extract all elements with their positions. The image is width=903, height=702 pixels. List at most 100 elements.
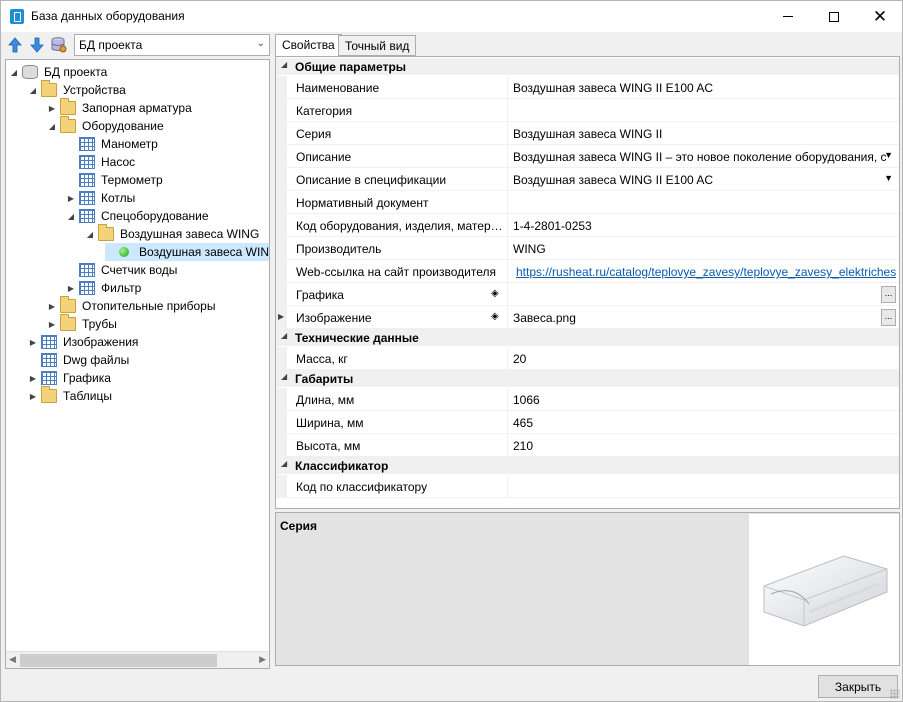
- tree-item[interactable]: ◢ Воздушная завеса WING: [86, 224, 259, 243]
- tree-item-label: Спецоборудование: [101, 209, 209, 223]
- property-category[interactable]: ◢ Габариты: [276, 370, 899, 387]
- close-button[interactable]: Закрыть: [818, 675, 898, 698]
- tree-item[interactable]: ◢ Спецоборудование: [67, 207, 209, 225]
- property-row[interactable]: Описание Воздушная завеса WING II – это н…: [276, 145, 899, 168]
- tree-item[interactable]: ◢ БД проекта: [10, 63, 107, 81]
- expanded-arrow-icon[interactable]: ◢: [86, 225, 94, 243]
- tree-item-label: Фильтр: [101, 281, 142, 295]
- tree-item[interactable]: Воздушная завеса WIN: [105, 243, 269, 261]
- tree-item[interactable]: ▶ Изображения: [29, 333, 138, 351]
- property-value: 1-4-2801-0253: [513, 219, 592, 233]
- arrow-up-icon[interactable]: [7, 37, 23, 53]
- tree-item[interactable]: ▶ Таблицы: [29, 386, 112, 405]
- property-row[interactable]: Высота, мм 210: [276, 434, 899, 457]
- collapse-arrow-icon[interactable]: ◢: [281, 459, 287, 468]
- folder-icon: [60, 314, 76, 331]
- expanded-arrow-icon[interactable]: ◢: [29, 81, 37, 99]
- column-divider[interactable]: [507, 99, 508, 121]
- scroll-left-icon[interactable]: ◀: [9, 654, 16, 665]
- scrollbar-thumb[interactable]: [20, 654, 217, 667]
- property-row[interactable]: Web-ссылка на сайт производителя https://…: [276, 260, 899, 283]
- tree-item[interactable]: ▶ Графика: [29, 369, 111, 387]
- column-divider[interactable]: [507, 411, 508, 433]
- property-category[interactable]: ◢ Классификатор: [276, 457, 899, 474]
- browse-button[interactable]: ...: [881, 309, 896, 326]
- collapsed-arrow-icon[interactable]: ▶: [48, 99, 56, 117]
- column-divider[interactable]: [507, 283, 508, 305]
- collapsed-arrow-icon[interactable]: ▶: [29, 369, 37, 387]
- tab-exact-view[interactable]: Точный вид: [338, 35, 417, 56]
- property-row[interactable]: Ширина, мм 465: [276, 411, 899, 434]
- property-row[interactable]: ▶ Изображение ◈ Завеса.png...: [276, 306, 899, 329]
- collapse-arrow-icon[interactable]: ◢: [281, 372, 287, 381]
- tree-item[interactable]: ▶ Трубы: [48, 314, 117, 333]
- maximize-button[interactable]: [811, 1, 857, 32]
- property-row[interactable]: Код оборудования, изделия, матери… 1-4-28…: [276, 214, 899, 237]
- tree-item[interactable]: Насос: [67, 153, 135, 171]
- dropdown-arrow-icon[interactable]: ▼: [884, 173, 893, 183]
- property-row[interactable]: Наименование Воздушная завеса WING II E10…: [276, 76, 899, 99]
- tree-horizontal-scrollbar[interactable]: ◀ ▶: [6, 651, 269, 668]
- property-row[interactable]: Нормативный документ: [276, 191, 899, 214]
- scroll-right-icon[interactable]: ▶: [259, 654, 266, 665]
- expanded-arrow-icon[interactable]: ◢: [10, 63, 18, 81]
- expanded-arrow-icon[interactable]: ◢: [67, 207, 75, 225]
- property-row[interactable]: Серия Воздушная завеса WING II: [276, 122, 899, 145]
- property-category[interactable]: ◢ Технические данные: [276, 329, 899, 346]
- expanded-arrow-icon[interactable]: ◢: [48, 117, 56, 135]
- collapsed-arrow-icon[interactable]: ▶: [29, 333, 37, 351]
- column-divider[interactable]: [507, 76, 508, 98]
- equipment-tree[interactable]: ◢ БД проекта ◢ Устройства ▶ Запорная арматура…: [5, 59, 270, 669]
- collapsed-arrow-icon[interactable]: ▶: [67, 279, 75, 297]
- column-divider[interactable]: [507, 306, 508, 328]
- column-divider[interactable]: [507, 347, 508, 369]
- tree-item[interactable]: ▶ Отопительные приборы: [48, 296, 215, 315]
- property-row[interactable]: Масса, кг 20: [276, 347, 899, 370]
- property-name: Категория: [296, 104, 353, 118]
- collapsed-arrow-icon[interactable]: ▶: [48, 297, 56, 315]
- tree-item[interactable]: ◢ Устройства: [29, 80, 126, 99]
- column-divider[interactable]: [507, 434, 508, 456]
- arrow-down-icon[interactable]: [29, 37, 45, 53]
- collapsed-arrow-icon[interactable]: ▶: [48, 315, 56, 333]
- dropdown-arrow-icon[interactable]: ▼: [884, 150, 893, 160]
- tree-item[interactable]: ▶ Фильтр: [67, 279, 141, 297]
- collapsed-arrow-icon[interactable]: ▶: [29, 387, 37, 405]
- column-divider[interactable]: [507, 475, 508, 497]
- close-window-button[interactable]: ✕: [857, 1, 903, 32]
- column-divider[interactable]: [507, 145, 508, 167]
- tab-properties[interactable]: Свойства: [275, 34, 342, 57]
- property-row[interactable]: Длина, мм 1066: [276, 388, 899, 411]
- property-row[interactable]: Производитель WING: [276, 237, 899, 260]
- column-divider[interactable]: [507, 237, 508, 259]
- minimize-button[interactable]: [765, 1, 811, 32]
- property-row[interactable]: Код по классификатору: [276, 475, 899, 498]
- tree-item[interactable]: Счетчик воды: [67, 261, 177, 279]
- database-settings-icon[interactable]: [51, 37, 67, 53]
- resize-grip[interactable]: [890, 689, 900, 699]
- column-divider[interactable]: [507, 168, 508, 190]
- tree-item[interactable]: Термометр: [67, 171, 163, 189]
- column-divider[interactable]: [507, 191, 508, 213]
- database-select[interactable]: БД проекта ⌄: [74, 34, 270, 56]
- collapsed-arrow-icon[interactable]: ▶: [67, 189, 75, 207]
- expand-arrow-icon[interactable]: ▶: [278, 312, 284, 321]
- property-row[interactable]: Категория: [276, 99, 899, 122]
- tree-item[interactable]: ▶ Котлы: [67, 189, 135, 207]
- column-divider[interactable]: [507, 388, 508, 410]
- column-divider[interactable]: [507, 260, 508, 282]
- property-category[interactable]: ◢ Общие параметры: [276, 58, 899, 75]
- property-value-link[interactable]: https://rusheat.ru/catalog/teplovye_zave…: [516, 265, 896, 279]
- tree-item[interactable]: Dwg файлы: [29, 351, 129, 369]
- property-row[interactable]: Описание в спецификации Воздушная завеса …: [276, 168, 899, 191]
- collapse-arrow-icon[interactable]: ◢: [281, 60, 287, 69]
- tree-item[interactable]: ◢ Оборудование: [48, 116, 164, 135]
- property-value: WING: [513, 242, 546, 256]
- collapse-arrow-icon[interactable]: ◢: [281, 331, 287, 340]
- column-divider[interactable]: [507, 122, 508, 144]
- tree-item[interactable]: Манометр: [67, 135, 158, 153]
- browse-button[interactable]: ...: [881, 286, 896, 303]
- property-row[interactable]: Графика ◈...: [276, 283, 899, 306]
- tree-item[interactable]: ▶ Запорная арматура: [48, 98, 192, 117]
- column-divider[interactable]: [507, 214, 508, 236]
